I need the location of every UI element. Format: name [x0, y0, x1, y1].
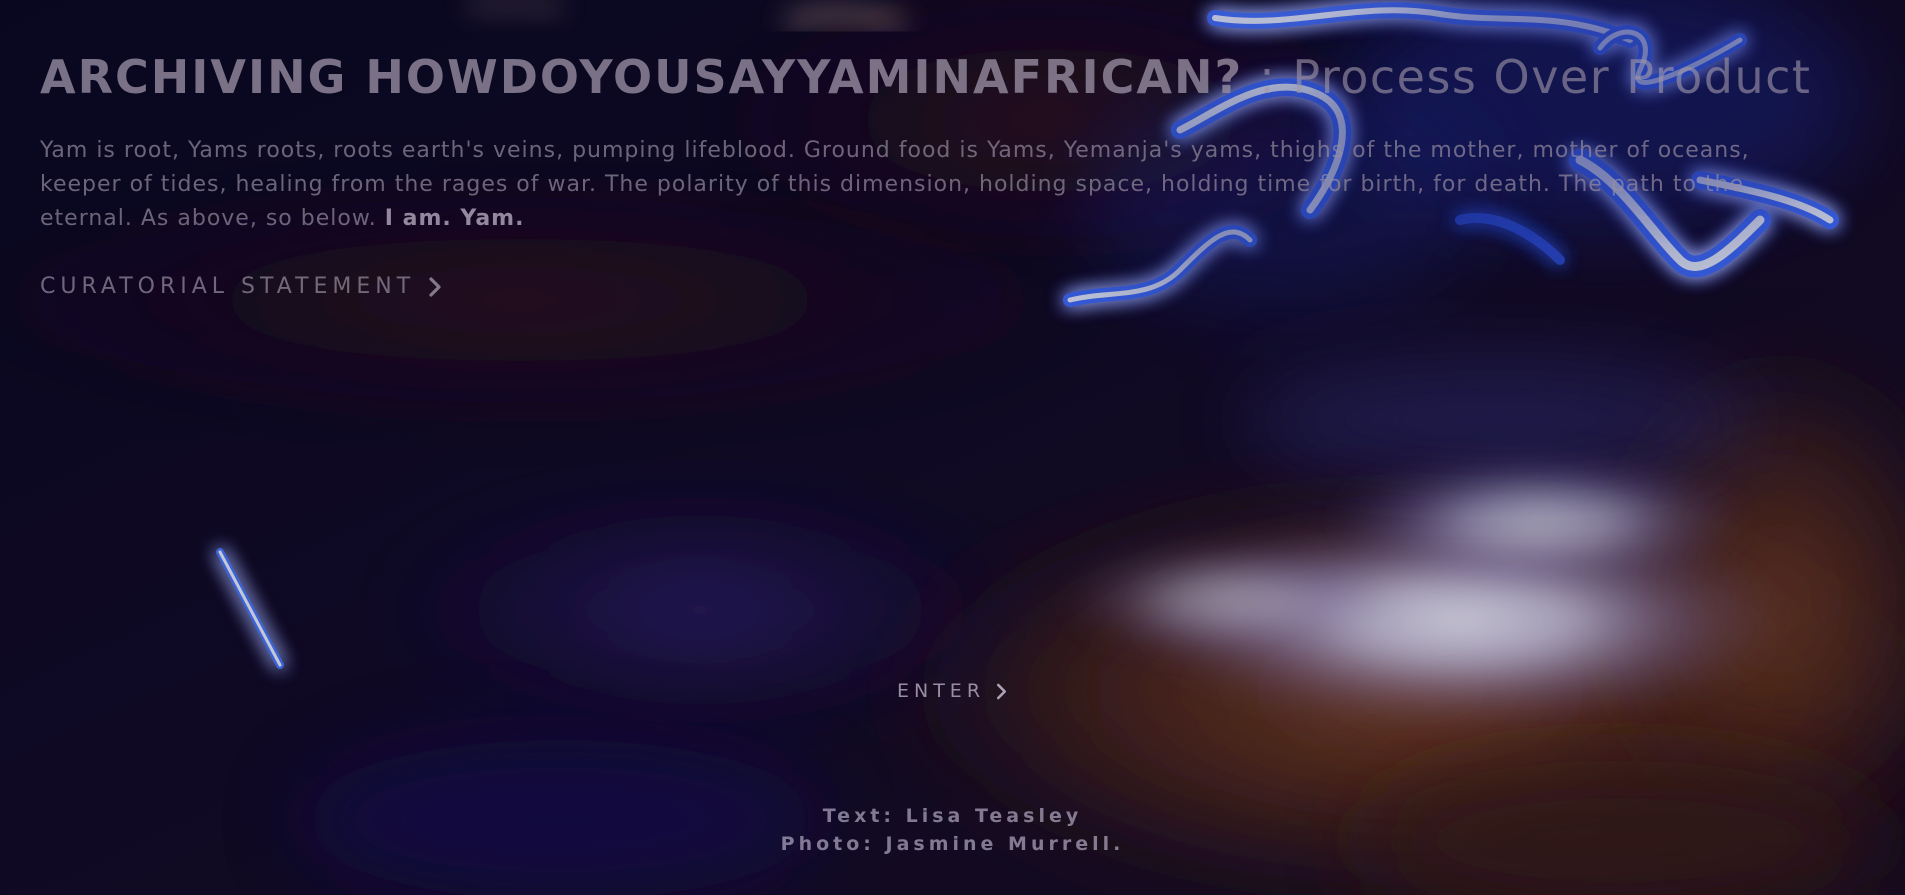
intro-section: ARCHIVING HOWDOYOUSAYYAMINAFRICAN? : Pro…: [40, 48, 1820, 299]
intro-paragraph: Yam is root, Yams roots, roots earth's v…: [40, 134, 1810, 236]
page-title-subtitle: : Process Over Product: [1243, 50, 1812, 104]
enter-container: ENTER: [0, 680, 1905, 702]
intro-emphasis: I am. Yam.: [384, 206, 525, 231]
page-title-strong: ARCHIVING HOWDOYOUSAYYAMINAFRICAN?: [40, 50, 1244, 104]
credit-text-line: Text: Lisa Teasley: [822, 805, 1083, 827]
curatorial-statement-label: CURATORIAL STATEMENT: [40, 274, 416, 299]
enter-link[interactable]: ENTER: [897, 680, 1008, 702]
chevron-right-icon: [996, 683, 1007, 699]
intro-text: Yam is root, Yams roots, roots earth's v…: [40, 138, 1750, 231]
page-title: ARCHIVING HOWDOYOUSAYYAMINAFRICAN? : Pro…: [40, 48, 1820, 106]
credits: Text: Lisa Teasley Photo: Jasmine Murrel…: [0, 802, 1905, 858]
chevron-right-icon: [429, 276, 441, 297]
credit-photo-line: Photo: Jasmine Murrell.: [780, 833, 1125, 855]
curatorial-statement-link[interactable]: CURATORIAL STATEMENT: [40, 274, 443, 299]
enter-label: ENTER: [896, 680, 986, 702]
page: ARCHIVING HOWDOYOUSAYYAMINAFRICAN? : Pro…: [0, 0, 1905, 895]
